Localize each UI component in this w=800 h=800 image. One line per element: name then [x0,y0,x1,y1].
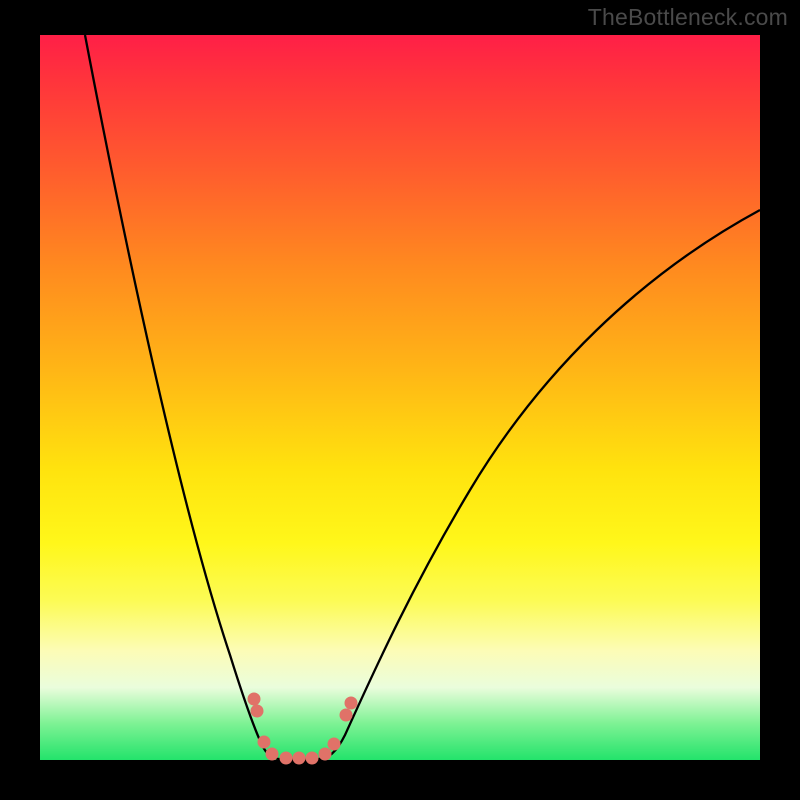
watermark-text: TheBottleneck.com [588,4,788,31]
chart-root: TheBottleneck.com [0,0,800,800]
curve-left-branch [85,35,280,759]
curve-markers [248,693,357,764]
curve-right-branch [318,210,760,759]
plot-area [40,35,760,760]
bottleneck-curve [40,35,760,760]
